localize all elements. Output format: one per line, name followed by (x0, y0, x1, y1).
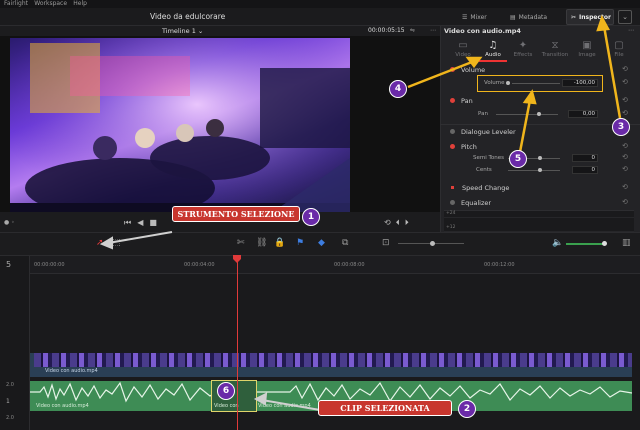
annotation-badge: 2 (458, 400, 476, 418)
annotation-arrows (99, 14, 622, 411)
annotation-badge: 6 (217, 382, 235, 400)
annotation-badge: 5 (509, 150, 527, 168)
annotation-badge: 1 (302, 208, 320, 226)
annotation-badge: 3 (612, 118, 630, 136)
annotation-badge: 4 (389, 80, 407, 98)
callout-selected-clip: CLIP SELEZIONATA (318, 400, 452, 416)
callout-selection-tool: STRUMENTO SELEZIONE (172, 206, 300, 222)
